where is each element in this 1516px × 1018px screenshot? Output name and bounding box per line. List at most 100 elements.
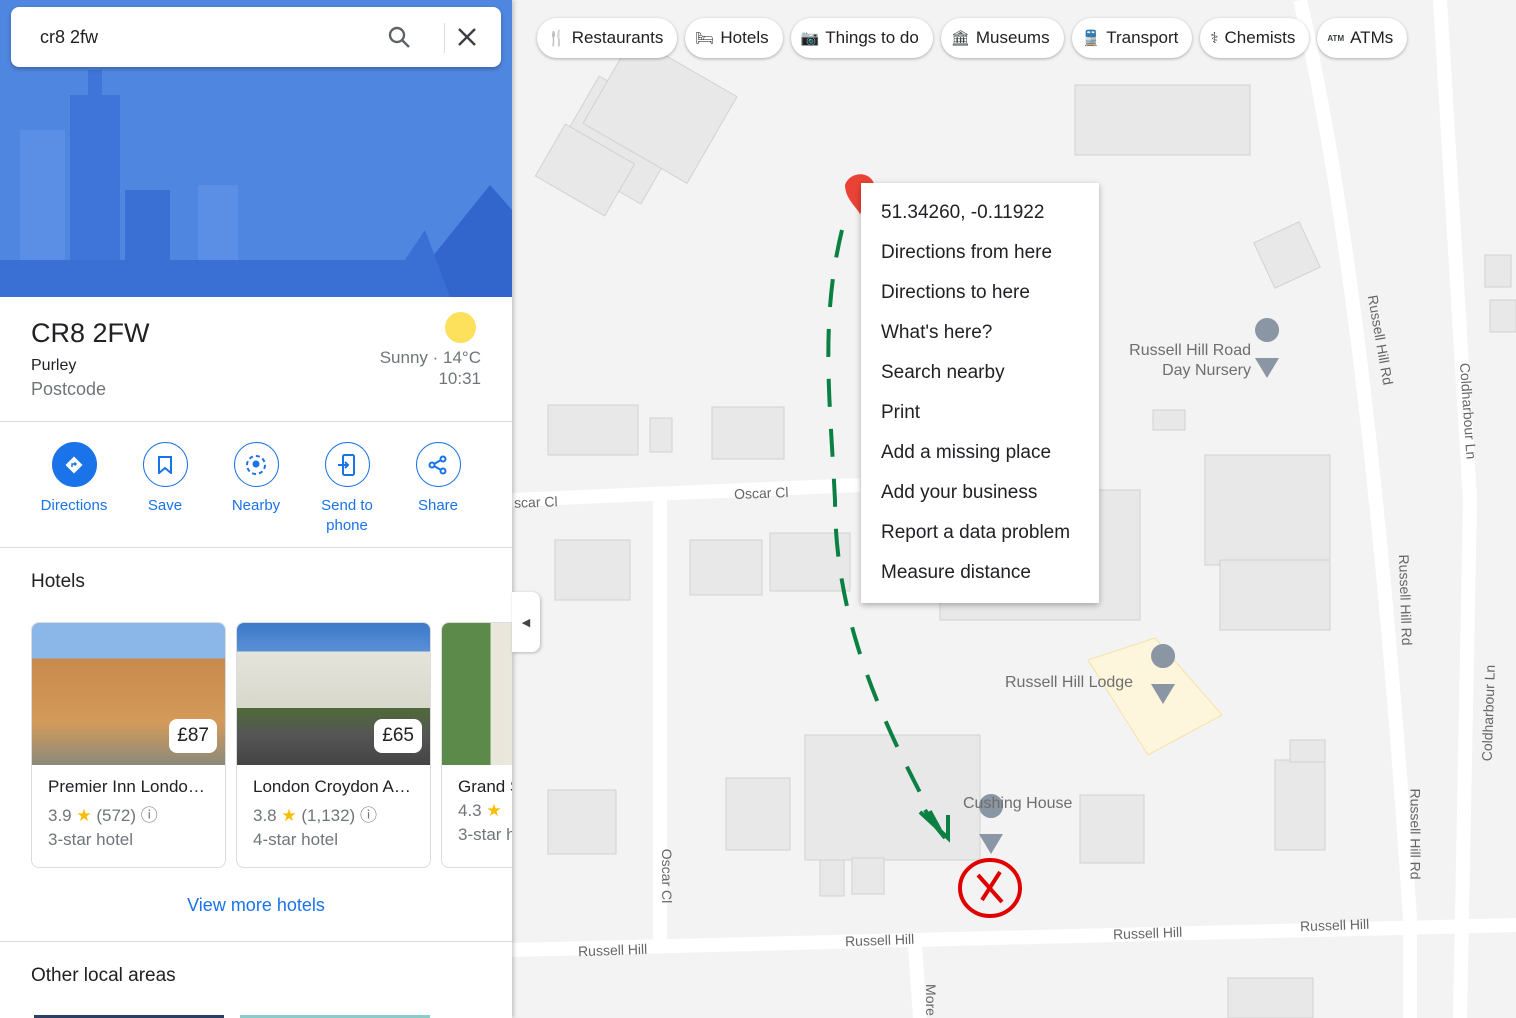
rating-value: 3.9 bbox=[48, 806, 72, 825]
divider bbox=[0, 547, 512, 548]
pharmacy-icon: ⚕ bbox=[1210, 30, 1219, 47]
menu-item-whats-here[interactable]: What's here? bbox=[861, 313, 1099, 353]
chip-things-to-do[interactable]: 📷 Things to do bbox=[790, 18, 933, 58]
road-label: Russell Hill bbox=[577, 940, 648, 960]
chip-atms[interactable]: ATM ATMs bbox=[1317, 18, 1408, 58]
hotel-card[interactable]: £87 Premier Inn Londo… 3.9 ★ (572) ⓘ 3-s… bbox=[31, 622, 226, 868]
chip-transport[interactable]: 🚆 Transport bbox=[1071, 18, 1193, 58]
hotel-photo: £87 bbox=[32, 623, 225, 765]
chip-hotels[interactable]: 🛏 Hotels bbox=[685, 18, 783, 58]
caret-left-icon: ◀ bbox=[521, 616, 531, 629]
train-icon: 🚆 bbox=[1081, 30, 1101, 47]
review-count: (572) bbox=[96, 806, 137, 825]
menu-item-directions-to[interactable]: Directions to here bbox=[861, 273, 1099, 313]
divider bbox=[0, 421, 512, 422]
divider bbox=[444, 23, 445, 53]
action-label: Send to phone bbox=[321, 497, 373, 534]
close-icon[interactable] bbox=[451, 21, 483, 53]
menu-item-print[interactable]: Print bbox=[861, 393, 1099, 433]
hotel-rating: 4.3 ★ bbox=[458, 801, 512, 821]
hotel-price: £87 bbox=[169, 719, 217, 753]
road-label: Russell Hill Rd bbox=[1395, 554, 1416, 646]
map-label-cushing[interactable]: Cushing House bbox=[963, 795, 1072, 813]
map-label-nursery[interactable]: Russell Hill Road Day Nursery bbox=[1117, 341, 1251, 381]
action-label: Directions bbox=[40, 497, 108, 514]
hotel-card[interactable]: Grand S 4.3 ★ 3-star h bbox=[441, 622, 512, 868]
chip-museums[interactable]: 🏛 Museums bbox=[940, 18, 1064, 58]
star-icon: ★ bbox=[76, 806, 92, 825]
menu-item-measure-distance[interactable]: Measure distance bbox=[861, 553, 1099, 593]
menu-item-coordinates[interactable]: 51.34260, -0.11922 bbox=[861, 193, 1099, 233]
road-label: Russell Hill Rd bbox=[1407, 788, 1424, 880]
road-label: Oscar Cl bbox=[733, 484, 789, 502]
send-to-phone-button[interactable]: Send to phone bbox=[302, 442, 392, 536]
place-type: Postcode bbox=[31, 379, 107, 399]
view-more-hotels-link[interactable]: View more hotels bbox=[0, 895, 512, 916]
save-button[interactable]: Save bbox=[120, 442, 210, 516]
search-input[interactable] bbox=[40, 26, 380, 48]
museum-icon: 🏛 bbox=[950, 30, 970, 47]
road-label: Oscar Cl bbox=[659, 848, 676, 904]
action-label: Save bbox=[147, 497, 183, 514]
context-menu: 51.34260, -0.11922 Directions from here … bbox=[861, 183, 1099, 603]
hotel-card[interactable]: £65 London Croydon A… 3.8 ★ (1,132) ⓘ 4-… bbox=[236, 622, 431, 868]
nearby-icon bbox=[233, 442, 279, 487]
hotel-class: 3-star hotel bbox=[48, 830, 134, 849]
map-label-text: Russell Hill Road Day Nursery bbox=[1129, 342, 1251, 379]
action-label: Nearby bbox=[231, 497, 281, 514]
hotel-rating: 3.9 ★ (572) ⓘ bbox=[48, 801, 225, 826]
search-icon[interactable] bbox=[383, 21, 415, 53]
share-icon bbox=[415, 442, 461, 487]
side-panel: CR8 2FW Purley Postcode Sunny · 14°C 10:3… bbox=[0, 0, 512, 1018]
place-title: CR8 2FW bbox=[31, 318, 150, 348]
menu-item-add-missing-place[interactable]: Add a missing place bbox=[861, 433, 1099, 473]
rating-value: 3.8 bbox=[253, 806, 277, 825]
hotel-class: 4-star hotel bbox=[253, 830, 339, 849]
search-box bbox=[11, 7, 501, 67]
road-label: Russell Hill bbox=[1112, 923, 1183, 943]
hotel-name: Grand S bbox=[458, 777, 512, 796]
camera-icon: 📷 bbox=[800, 30, 820, 47]
menu-item-add-business[interactable]: Add your business bbox=[861, 473, 1099, 513]
hotel-photo: £65 bbox=[237, 623, 430, 765]
info-icon[interactable]: ⓘ bbox=[141, 806, 158, 825]
chip-label: Museums bbox=[975, 28, 1050, 47]
menu-item-report-problem[interactable]: Report a data problem bbox=[861, 513, 1099, 553]
weather-info: Sunny · 14°C 10:31 bbox=[380, 347, 481, 389]
sun-icon bbox=[445, 312, 476, 343]
chip-label: Hotels bbox=[720, 28, 769, 47]
hotel-name: Premier Inn Londo… bbox=[48, 777, 205, 796]
road-label: Russell Hill bbox=[844, 930, 915, 950]
bookmark-icon bbox=[142, 442, 188, 487]
review-count: (1,132) bbox=[301, 806, 356, 825]
directions-icon bbox=[51, 442, 97, 487]
local-time: 10:31 bbox=[438, 369, 481, 388]
hotel-class: 3-star h bbox=[458, 825, 512, 844]
info-icon[interactable]: ⓘ bbox=[360, 806, 377, 825]
directions-button[interactable]: Directions bbox=[29, 442, 119, 516]
chip-label: Things to do bbox=[825, 28, 919, 47]
category-chips: 🍴 Restaurants 🛏 Hotels 📷 Things to do 🏛 Muse… bbox=[537, 18, 1408, 58]
chip-restaurants[interactable]: 🍴 Restaurants bbox=[537, 18, 678, 58]
other-local-areas-heading: Other local areas bbox=[31, 965, 176, 986]
menu-item-search-nearby[interactable]: Search nearby bbox=[861, 353, 1099, 393]
hotel-icon: 🛏 bbox=[695, 30, 715, 47]
atm-icon: ATM bbox=[1327, 33, 1345, 43]
map-label-lodge[interactable]: Russell Hill Lodge bbox=[1005, 674, 1133, 692]
chip-chemists[interactable]: ⚕ Chemists bbox=[1200, 18, 1310, 58]
nearby-button[interactable]: Nearby bbox=[211, 442, 301, 516]
chip-label: Transport bbox=[1106, 28, 1179, 47]
chip-label: Restaurants bbox=[571, 28, 664, 47]
road-label: scar Cl bbox=[513, 493, 558, 511]
star-icon: ★ bbox=[486, 801, 502, 820]
road-label: Russell Hill bbox=[1299, 915, 1370, 935]
hotel-photo bbox=[442, 623, 512, 765]
action-label: Share bbox=[417, 497, 459, 514]
menu-item-directions-from[interactable]: Directions from here bbox=[861, 233, 1099, 273]
chip-label: Chemists bbox=[1224, 28, 1296, 47]
share-button[interactable]: Share bbox=[393, 442, 483, 516]
hotels-heading: Hotels bbox=[31, 571, 85, 592]
road-label: Coldharbour Ln bbox=[1478, 664, 1498, 762]
star-icon: ★ bbox=[281, 806, 297, 825]
collapse-panel-button[interactable]: ◀ bbox=[512, 592, 540, 652]
